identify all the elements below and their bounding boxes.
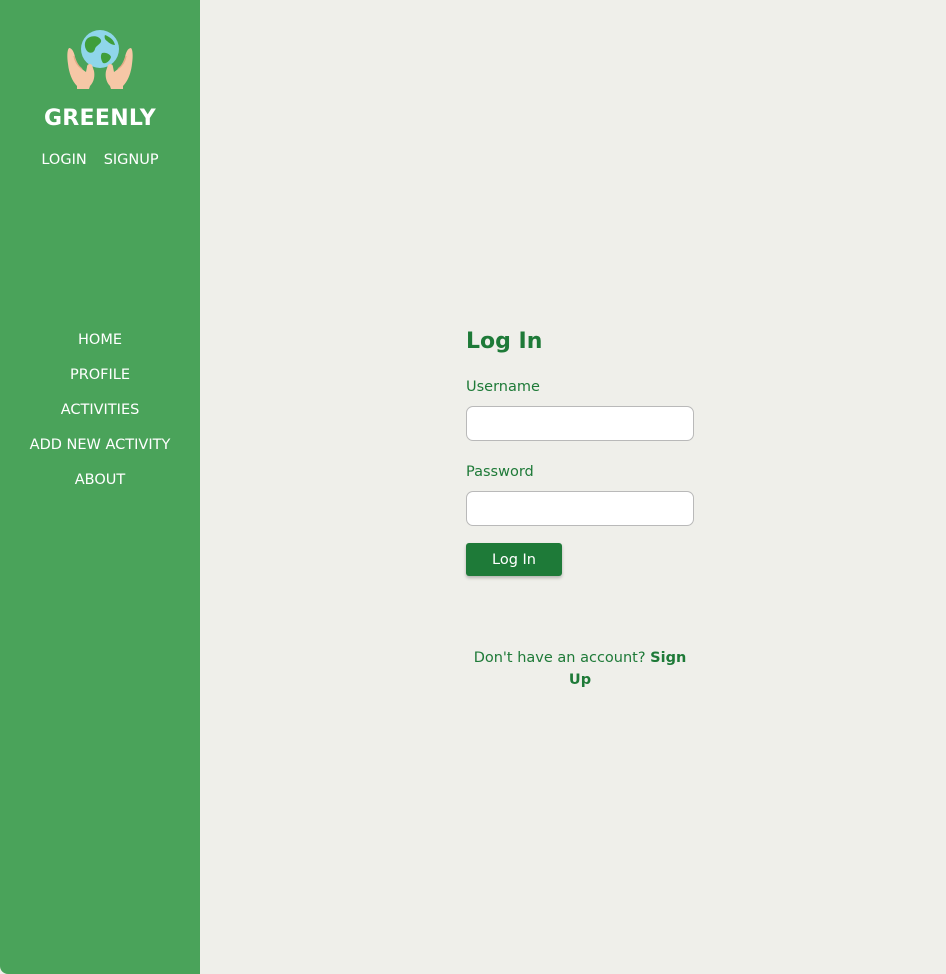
app-window: GREENLY LOGIN SIGNUP HOME PROFILE ACTIVI…: [0, 0, 946, 974]
username-label: Username: [466, 379, 540, 395]
password-field[interactable]: [466, 491, 694, 526]
signup-prompt: Don't have an account? Sign Up: [466, 647, 694, 691]
sidebar-item-activities[interactable]: ACTIVITIES: [0, 400, 200, 435]
hands-holding-globe-icon: [66, 26, 134, 92]
sidebar-nav: HOME PROFILE ACTIVITIES ADD NEW ACTIVITY…: [0, 330, 200, 505]
brand-title: GREENLY: [43, 106, 157, 131]
login-button[interactable]: Log In: [466, 543, 562, 576]
sidebar: GREENLY LOGIN SIGNUP HOME PROFILE ACTIVI…: [0, 0, 200, 974]
sidebar-item-about[interactable]: ABOUT: [0, 470, 200, 505]
auth-links: LOGIN SIGNUP: [0, 152, 200, 168]
page-title: Log In: [466, 329, 543, 354]
username-field[interactable]: [466, 406, 694, 441]
signup-link[interactable]: SIGNUP: [104, 152, 159, 168]
sidebar-item-home[interactable]: HOME: [0, 330, 200, 365]
login-form: Log In Username Password Log In: [466, 326, 706, 576]
login-link[interactable]: LOGIN: [41, 152, 86, 168]
password-label: Password: [466, 464, 534, 480]
sidebar-item-profile[interactable]: PROFILE: [0, 365, 200, 400]
sidebar-item-add-new-activity[interactable]: ADD NEW ACTIVITY: [0, 435, 200, 470]
signup-prompt-text: Don't have an account?: [473, 650, 651, 666]
